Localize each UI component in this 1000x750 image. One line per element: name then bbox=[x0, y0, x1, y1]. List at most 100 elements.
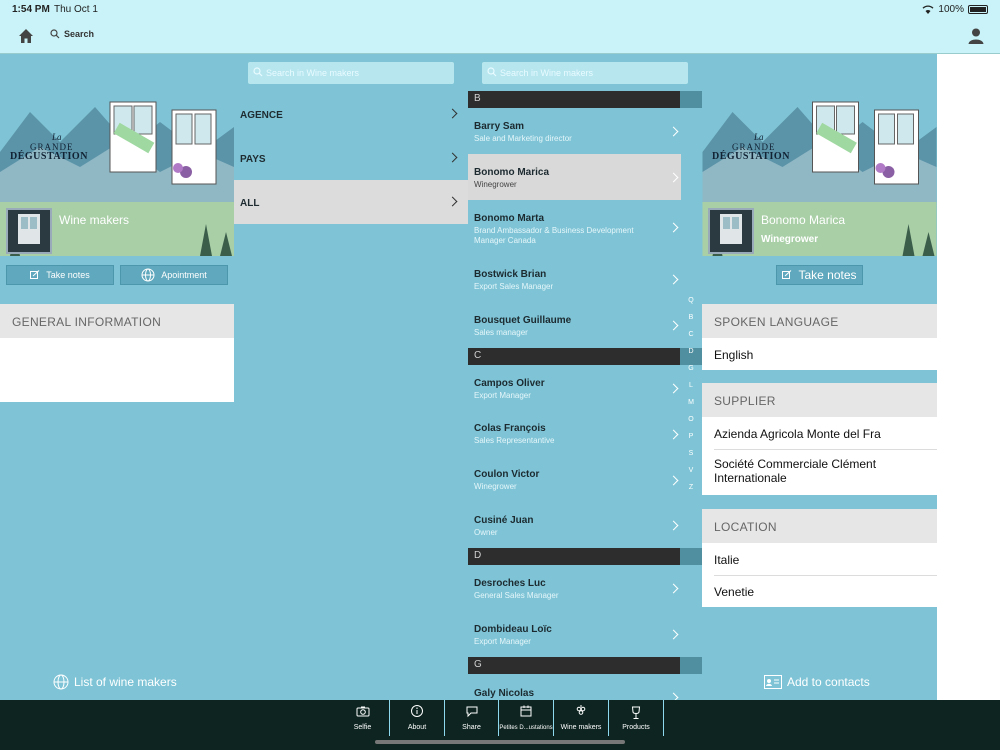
tab-selfie[interactable]: Selfie bbox=[336, 700, 390, 736]
spoken-language-text: English bbox=[714, 348, 754, 362]
chevron-right-icon bbox=[447, 152, 458, 163]
winemaker-role: Winegrower bbox=[761, 234, 819, 245]
index-letter[interactable]: C bbox=[688, 328, 693, 341]
winemaker-name: Desroches Luc bbox=[474, 578, 546, 589]
category-item-all[interactable]: ALL bbox=[234, 180, 468, 224]
spoken-language-value: English bbox=[702, 338, 937, 370]
winemaker-name: Cusiné Juan bbox=[474, 515, 534, 526]
search-label: Search bbox=[64, 29, 95, 39]
winemakers-search-input[interactable]: Search in Wine makers bbox=[482, 62, 688, 84]
tab-label: Products bbox=[622, 724, 650, 731]
search-icon bbox=[253, 67, 263, 77]
category-item-pays[interactable]: PAYS bbox=[234, 136, 468, 180]
location-item: Italie bbox=[714, 553, 740, 567]
index-letter[interactable]: P bbox=[689, 430, 694, 443]
calendar-icon bbox=[520, 705, 532, 717]
index-letter[interactable]: V bbox=[689, 464, 694, 477]
category-label: ALL bbox=[240, 198, 260, 209]
take-notes-button[interactable]: Take notes bbox=[6, 265, 114, 285]
alphabet-index[interactable]: Q B C D G L M O P S V Z bbox=[686, 294, 696, 494]
add-to-contacts-button[interactable]: Add to contacts bbox=[764, 675, 870, 689]
take-notes-button[interactable]: Take notes bbox=[776, 265, 863, 285]
list-item[interactable]: Coulon Victor Winegrower bbox=[468, 457, 681, 503]
section-header-b: B bbox=[468, 91, 702, 108]
section-header-g: G bbox=[468, 657, 702, 674]
status-date: Thu Oct 1 bbox=[54, 4, 98, 15]
panel-title: Wine makers bbox=[59, 213, 130, 227]
winemaker-role: Export Manager bbox=[474, 637, 531, 646]
winemaker-name: Galy Nicolas bbox=[474, 688, 535, 699]
winemaker-detail-panel: La GRANDE DÉGUSTATION Bonomo Marica Wine… bbox=[702, 54, 937, 700]
list-item[interactable]: Cusiné Juan Owner bbox=[468, 503, 681, 548]
winemakers-thumbnail bbox=[6, 208, 52, 254]
winemaker-name: Bonomo Marica bbox=[474, 167, 550, 178]
tab-label: Wine makers bbox=[560, 724, 602, 731]
tab-products[interactable]: Products bbox=[609, 700, 664, 736]
status-bar: 1:54 PM Thu Oct 1 100% bbox=[0, 0, 1000, 20]
winemaker-role: Sales Representantive bbox=[474, 436, 555, 445]
tab-label: Selfie bbox=[353, 724, 372, 731]
winemakers-search-placeholder: Search in Wine makers bbox=[500, 68, 594, 78]
winemaker-role: Sales manager bbox=[474, 328, 528, 337]
winemakers-overview-panel: La GRANDE DÉGUSTATION Wine makers Take n… bbox=[0, 54, 234, 700]
winemaker-role: Owner bbox=[474, 528, 498, 537]
banner-title-line3: DÉGUSTATION bbox=[712, 151, 790, 162]
wifi-icon bbox=[922, 5, 934, 14]
top-navigation: Search bbox=[0, 20, 1000, 54]
winemaker-name: Bonomo Marica bbox=[761, 213, 846, 227]
list-item[interactable]: Desroches Luc General Sales Manager bbox=[468, 565, 681, 611]
list-item[interactable]: Campos Oliver Export Manager bbox=[468, 365, 681, 411]
category-search-placeholder: Search in Wine makers bbox=[266, 68, 360, 78]
supplier-header: SUPPLIER bbox=[702, 383, 937, 417]
tab-label: About bbox=[407, 724, 427, 731]
index-letter[interactable]: Z bbox=[689, 481, 693, 494]
list-item[interactable]: Bousquet Guillaume Sales manager bbox=[468, 304, 681, 348]
index-letter[interactable]: M bbox=[688, 396, 694, 409]
status-right: 100% bbox=[922, 4, 988, 15]
list-item[interactable]: Bostwick Brian Export Sales Manager bbox=[468, 258, 681, 304]
location-list: Italie Venetie bbox=[702, 543, 937, 607]
winemaker-role: Export Manager bbox=[474, 391, 531, 400]
user-profile-icon[interactable] bbox=[966, 26, 986, 46]
tab-wine-makers[interactable]: Wine makers bbox=[554, 700, 609, 736]
winemaker-role: Brand Ambassador & Business Development … bbox=[474, 226, 634, 245]
index-letter[interactable]: G bbox=[688, 362, 693, 375]
category-item-agence[interactable]: AGENCE bbox=[234, 92, 468, 136]
camera-icon bbox=[356, 706, 369, 717]
banner-title-line1: La bbox=[754, 132, 764, 142]
list-item[interactable]: Bonomo Marta Brand Ambassador & Business… bbox=[468, 200, 681, 258]
list-of-wine-makers-label: List of wine makers bbox=[74, 675, 177, 689]
index-letter[interactable]: D bbox=[688, 345, 693, 358]
home-indicator[interactable] bbox=[375, 740, 625, 744]
tab-petites-degustations[interactable]: Petites D...ustations bbox=[499, 700, 554, 736]
index-letter[interactable]: B bbox=[689, 311, 694, 324]
supplier-list: Azienda Agricola Monte del Fra Société C… bbox=[702, 417, 937, 495]
index-letter[interactable]: O bbox=[688, 413, 693, 426]
globe-icon bbox=[53, 674, 69, 690]
index-letter[interactable]: S bbox=[689, 447, 694, 460]
search-button[interactable]: Search bbox=[50, 29, 94, 39]
index-letter[interactable]: Q bbox=[688, 294, 693, 307]
home-icon[interactable] bbox=[16, 26, 36, 46]
take-notes-label: Take notes bbox=[798, 268, 857, 282]
appointment-button[interactable]: Apointment bbox=[120, 265, 228, 285]
index-letter[interactable]: L bbox=[689, 379, 693, 392]
add-to-contacts-label: Add to contacts bbox=[787, 675, 870, 689]
list-of-wine-makers-link[interactable]: List of wine makers bbox=[53, 674, 177, 690]
category-search-input[interactable]: Search in Wine makers bbox=[248, 62, 454, 84]
supplier-item[interactable]: Azienda Agricola Monte del Fra bbox=[714, 427, 929, 441]
contact-card-icon bbox=[764, 675, 782, 689]
search-icon bbox=[50, 29, 60, 39]
category-panel: Search in Wine makers AGENCE PAYS ALL bbox=[234, 54, 468, 700]
list-item[interactable]: Bonomo Marica Winegrower bbox=[468, 154, 681, 200]
winemaker-role: Winegrower bbox=[474, 180, 517, 189]
list-item[interactable]: Barry Sam Sale and Marketing director bbox=[468, 108, 681, 154]
tab-share[interactable]: Share bbox=[445, 700, 499, 736]
tab-about[interactable]: About bbox=[390, 700, 445, 736]
list-item[interactable]: Galy Nicolas bbox=[468, 674, 681, 700]
list-item[interactable]: Colas François Sales Representantive bbox=[468, 411, 681, 457]
supplier-item[interactable]: Société Commerciale Clément Internationa… bbox=[714, 457, 929, 485]
winemaker-name: Bousquet Guillaume bbox=[474, 315, 572, 326]
list-item[interactable]: Dombideau Loïc Export Manager bbox=[468, 611, 681, 657]
grapes-icon bbox=[576, 705, 586, 715]
